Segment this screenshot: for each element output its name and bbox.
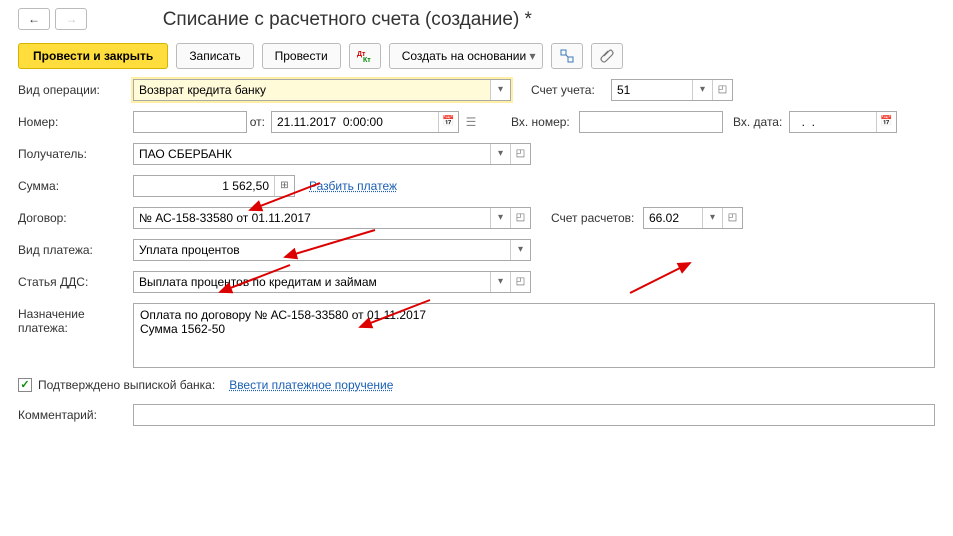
number-label: Номер: (18, 115, 133, 129)
enter-payment-order-link[interactable]: Ввести платежное поручение (229, 378, 393, 392)
open-icon[interactable]: ◰ (510, 208, 530, 228)
contract-select[interactable] (134, 208, 490, 228)
operation-type-select[interactable] (134, 80, 490, 100)
dropdown-icon[interactable]: ▾ (510, 240, 530, 260)
paperclip-icon (600, 49, 614, 63)
toolbar: Провести и закрыть Записать Провести ДтК… (18, 43, 935, 69)
purpose-label: Назначение платежа: (18, 303, 133, 335)
post-and-close-button[interactable]: Провести и закрыть (18, 43, 168, 69)
split-payment-link[interactable]: Разбить платеж (309, 179, 397, 193)
confirmed-label: Подтверждено выпиской банка: (38, 378, 215, 392)
in-number-input[interactable] (580, 112, 720, 132)
related-button[interactable] (551, 43, 583, 69)
purpose-textarea[interactable] (134, 304, 934, 364)
open-icon[interactable]: ◰ (722, 208, 742, 228)
sum-input[interactable] (134, 176, 274, 196)
recipient-select[interactable] (134, 144, 490, 164)
related-icon (560, 49, 574, 63)
open-icon[interactable]: ◰ (712, 80, 732, 100)
account-select[interactable] (612, 80, 692, 100)
back-button[interactable]: ← (18, 8, 50, 30)
comment-label: Комментарий: (18, 408, 133, 422)
dtkt-button[interactable]: ДтКт (349, 43, 381, 69)
dds-label: Статья ДДС: (18, 275, 133, 289)
dropdown-icon[interactable]: ▾ (490, 80, 510, 100)
list-icon[interactable]: ☰ (459, 115, 483, 129)
save-button[interactable]: Записать (176, 43, 253, 69)
page-title: Списание с расчетного счета (создание) * (163, 9, 532, 31)
settle-account-select[interactable] (644, 208, 702, 228)
payment-type-label: Вид платежа: (18, 243, 133, 257)
dropdown-icon[interactable]: ▾ (692, 80, 712, 100)
open-icon[interactable]: ◰ (510, 144, 530, 164)
post-button[interactable]: Провести (262, 43, 341, 69)
number-input[interactable] (134, 112, 244, 132)
calendar-icon[interactable]: 📅 (438, 112, 458, 132)
dtkt-icon: ДтКт (357, 49, 373, 63)
calculator-icon[interactable]: ⊞ (274, 176, 294, 196)
from-label: от: (247, 115, 271, 129)
svg-text:Кт: Кт (363, 57, 371, 63)
date-input[interactable] (272, 112, 438, 132)
recipient-label: Получатель: (18, 147, 133, 161)
in-date-label: Вх. дата: (723, 115, 789, 129)
dropdown-icon[interactable]: ▾ (490, 208, 510, 228)
open-icon[interactable]: ◰ (510, 272, 530, 292)
attach-button[interactable] (591, 43, 623, 69)
create-based-on-button[interactable]: Создать на основании (389, 43, 543, 69)
dropdown-icon[interactable]: ▾ (490, 272, 510, 292)
comment-input[interactable] (134, 405, 934, 425)
payment-type-select[interactable] (134, 240, 510, 260)
dds-select[interactable] (134, 272, 490, 292)
confirmed-checkbox[interactable]: ✓ (18, 378, 32, 392)
sum-label: Сумма: (18, 179, 133, 193)
calendar-icon[interactable]: 📅 (876, 112, 896, 132)
contract-label: Договор: (18, 211, 133, 225)
in-number-label: Вх. номер: (483, 115, 579, 129)
account-label: Счет учета: (511, 83, 611, 97)
operation-type-label: Вид операции: (18, 83, 133, 97)
dropdown-icon[interactable]: ▾ (702, 208, 722, 228)
in-date-input[interactable] (790, 112, 876, 132)
forward-button[interactable]: → (55, 8, 87, 30)
dropdown-icon[interactable]: ▾ (490, 144, 510, 164)
settle-account-label: Счет расчетов: (531, 211, 643, 225)
